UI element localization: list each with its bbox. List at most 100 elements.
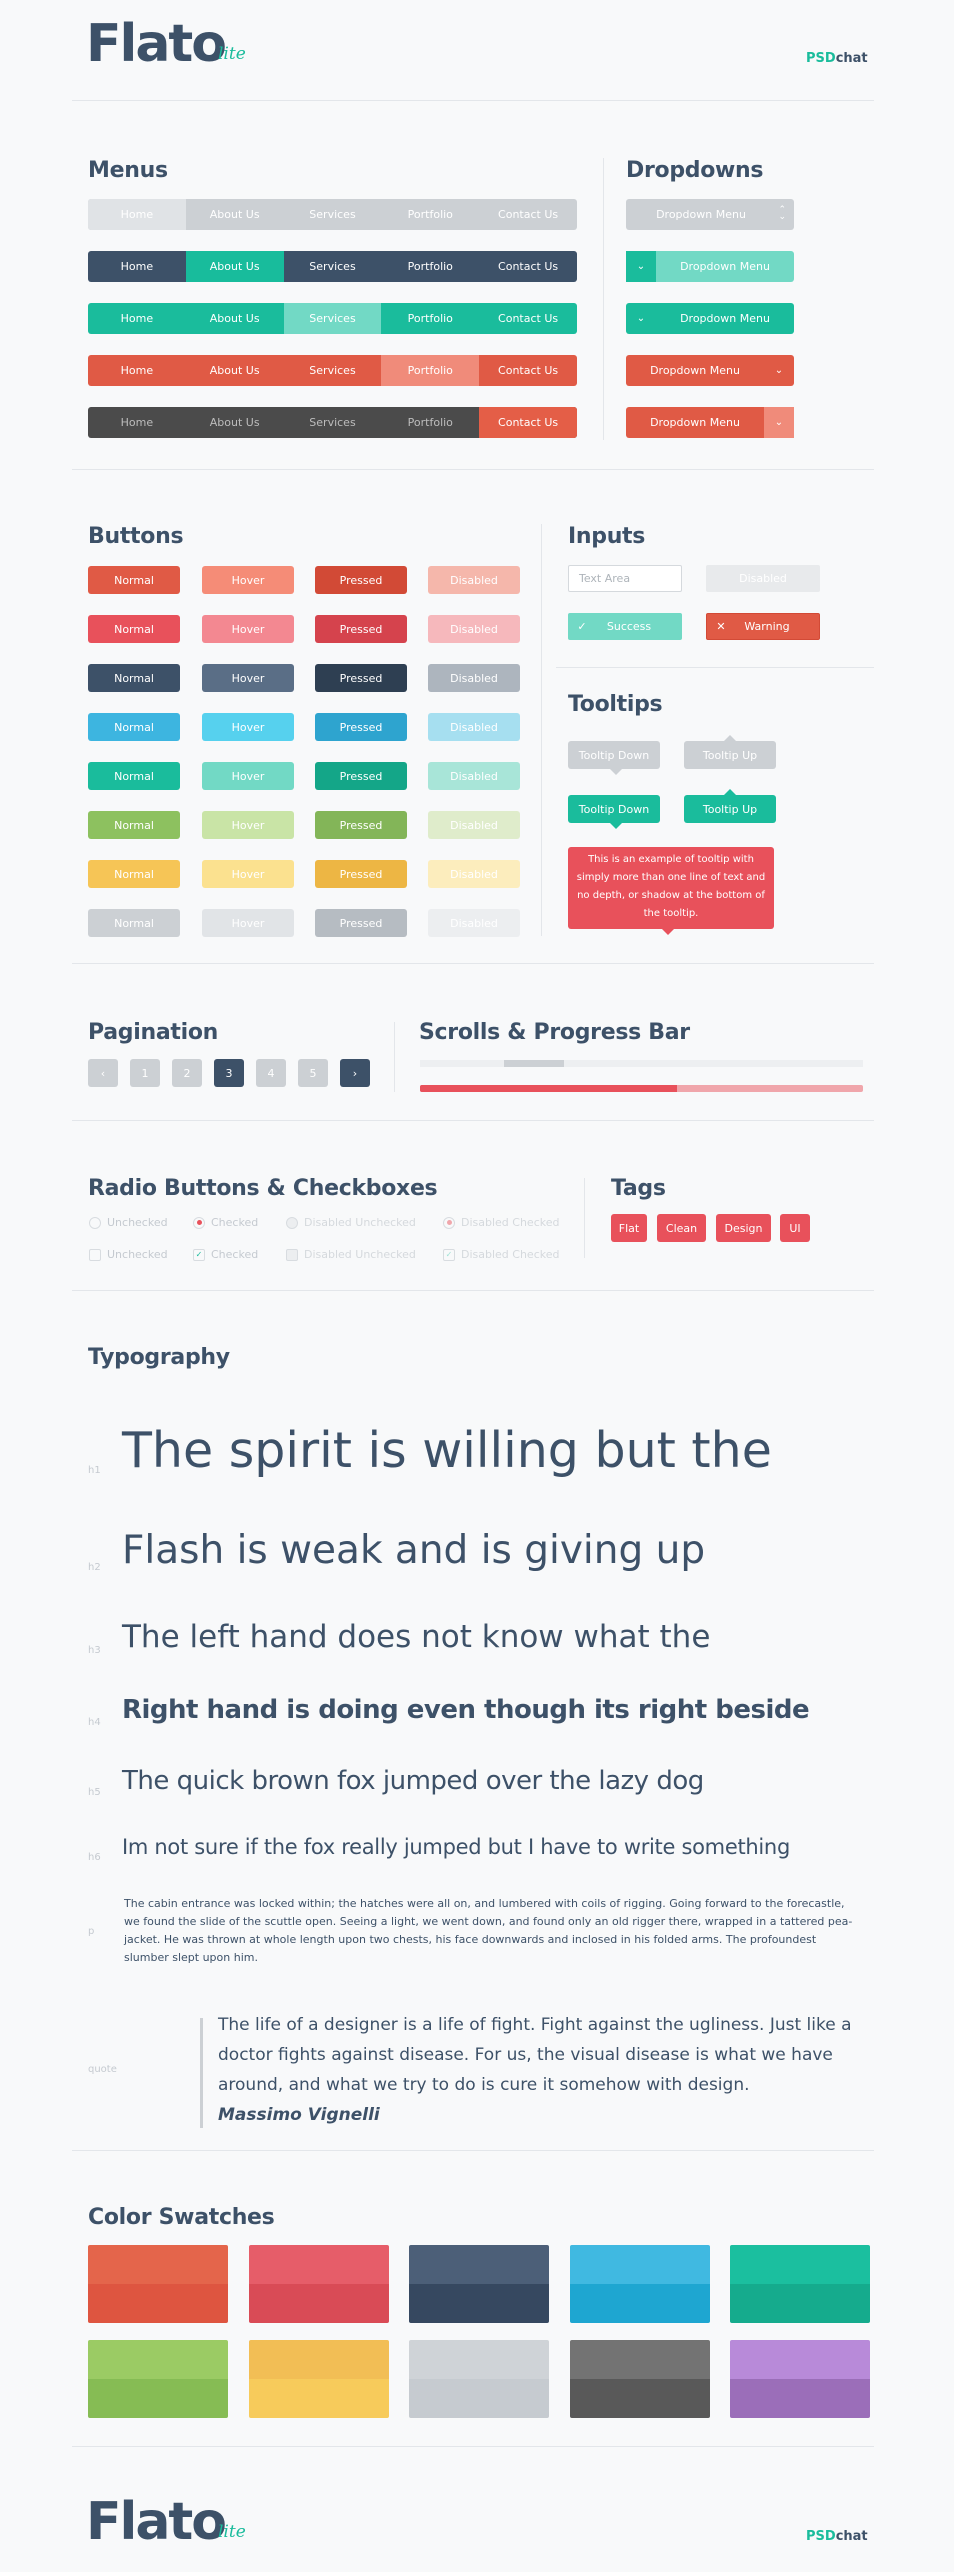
menu-item-home[interactable]: Home — [88, 251, 186, 282]
tooltip-down-grey: Tooltip Down — [568, 741, 660, 769]
dropdown-red-open[interactable]: Dropdown Menu ⌄ — [626, 407, 794, 438]
scroll-track[interactable] — [420, 1060, 863, 1067]
menu-item-about[interactable]: About Us — [186, 199, 284, 230]
menu-item-portfolio[interactable]: Portfolio — [381, 251, 479, 282]
button-pressed-row1[interactable]: Pressed — [315, 566, 407, 594]
h5-label: h5 — [88, 1787, 101, 1798]
page-5[interactable]: 5 — [298, 1059, 328, 1087]
menu-item-services[interactable]: Services — [284, 355, 382, 386]
color-swatch-8 — [409, 2340, 549, 2418]
typography-title: Typography — [88, 1345, 230, 1370]
menu-item-contact[interactable]: Contact Us — [479, 303, 577, 334]
dropdown-teal-open[interactable]: ⌄ Dropdown Menu — [626, 251, 794, 282]
button-pressed-row6[interactable]: Pressed — [315, 811, 407, 839]
paragraph-sample: The cabin entrance was locked within; th… — [124, 1897, 853, 1964]
button-hover-row3[interactable]: Hover — [202, 664, 294, 692]
color-swatch-5 — [730, 2245, 870, 2323]
next-page-button[interactable]: › — [340, 1059, 370, 1087]
button-hover-row7[interactable]: Hover — [202, 860, 294, 888]
button-hover-row4[interactable]: Hover — [202, 713, 294, 741]
button-disabled-row4: Disabled — [428, 713, 520, 741]
menu-item-home[interactable]: Home — [88, 407, 186, 438]
button-hover-row1[interactable]: Hover — [202, 566, 294, 594]
menu-item-about[interactable]: About Us — [185, 251, 284, 282]
page-1[interactable]: 1 — [130, 1059, 160, 1087]
tooltip-long: This is an example of tooltip with simpl… — [568, 847, 774, 929]
button-normal-row6[interactable]: Normal — [88, 811, 180, 839]
button-disabled-row6: Disabled — [428, 811, 520, 839]
pagination-title: Pagination — [88, 1020, 219, 1045]
chevron-down-icon: ⌄ — [774, 365, 784, 376]
button-pressed-row8[interactable]: Pressed — [315, 909, 407, 937]
h2-label: h2 — [88, 1562, 101, 1573]
button-normal-row5[interactable]: Normal — [88, 762, 180, 790]
color-swatch-7 — [248, 2340, 389, 2418]
button-pressed-row7[interactable]: Pressed — [315, 860, 407, 888]
button-pressed-row2[interactable]: Pressed — [315, 615, 407, 643]
menu-item-about[interactable]: About Us — [186, 355, 284, 386]
button-hover-row2[interactable]: Hover — [202, 615, 294, 643]
button-pressed-row5[interactable]: Pressed — [315, 762, 407, 790]
menu-item-portfolio[interactable]: Portfolio — [381, 199, 479, 230]
menu-item-portfolio[interactable]: Portfolio — [381, 407, 479, 438]
menu-item-services[interactable]: Services — [284, 407, 382, 438]
text-area-input[interactable]: Text Area — [568, 565, 682, 592]
button-normal-row3[interactable]: Normal — [88, 664, 180, 692]
page-3-active[interactable]: 3 — [214, 1059, 244, 1087]
menu-item-portfolio[interactable]: Portfolio — [381, 355, 480, 386]
scroll-thumb[interactable] — [504, 1060, 565, 1067]
menu-item-about[interactable]: About Us — [186, 407, 284, 438]
button-normal-row7[interactable]: Normal — [88, 860, 180, 888]
menu-item-services[interactable]: Services — [284, 251, 382, 282]
menu-item-about[interactable]: About Us — [186, 303, 284, 334]
menu-item-home[interactable]: Home — [88, 355, 186, 386]
button-normal-row8[interactable]: Normal — [88, 909, 180, 937]
radio-checked[interactable]: Checked — [193, 1216, 258, 1229]
color-swatch-4 — [569, 2245, 710, 2323]
warning-input[interactable]: ✕ Warning — [706, 613, 820, 640]
dropdown-red[interactable]: Dropdown Menu ⌄ — [626, 355, 794, 386]
menu-item-services[interactable]: Services — [284, 199, 382, 230]
chevron-down-icon: ⌄ — [626, 251, 656, 282]
button-pressed-row4[interactable]: Pressed — [315, 713, 407, 741]
button-normal-row2[interactable]: Normal — [88, 615, 180, 643]
dropdown-grey[interactable]: Dropdown Menu ⌃ ⌄ — [626, 199, 794, 230]
tag-clean[interactable]: Clean — [657, 1214, 706, 1242]
page-2[interactable]: 2 — [172, 1059, 202, 1087]
button-hover-row6[interactable]: Hover — [202, 811, 294, 839]
dropdown-teal[interactable]: ⌄ Dropdown Menu — [626, 303, 794, 334]
dropdowns-title: Dropdowns — [626, 158, 764, 183]
check-icon: ✓ — [443, 1248, 455, 1261]
check-icon: ✓ — [577, 620, 587, 633]
menu-item-contact[interactable]: Contact Us — [479, 407, 577, 438]
color-swatch-2 — [248, 2245, 389, 2323]
checkbox-checked[interactable]: ✓ Checked — [193, 1248, 258, 1261]
checkbox-unchecked[interactable]: Unchecked — [89, 1248, 168, 1261]
tag-flat[interactable]: Flat — [611, 1214, 647, 1242]
prev-page-button[interactable]: ‹ — [88, 1059, 118, 1087]
menu-item-contact[interactable]: Contact Us — [479, 251, 577, 282]
menu-item-services[interactable]: Services — [283, 303, 382, 334]
success-input[interactable]: ✓ Success — [568, 613, 682, 640]
tag-design[interactable]: Design — [716, 1214, 771, 1242]
menu-item-portfolio[interactable]: Portfolio — [381, 303, 479, 334]
button-pressed-row3[interactable]: Pressed — [315, 664, 407, 692]
button-normal-row4[interactable]: Normal — [88, 713, 180, 741]
page-4[interactable]: 4 — [256, 1059, 286, 1087]
button-hover-row5[interactable]: Hover — [202, 762, 294, 790]
button-disabled-row2: Disabled — [428, 615, 520, 643]
radio-disabled-checked: Disabled Checked — [443, 1216, 559, 1229]
footer-psdchat-brand: PSDchat — [806, 2529, 868, 2544]
button-normal-row1[interactable]: Normal — [88, 566, 180, 594]
color-swatch-6 — [88, 2340, 228, 2418]
tag-ui[interactable]: UI — [780, 1214, 810, 1242]
menu-item-home[interactable]: Home — [88, 199, 186, 230]
radio-unchecked[interactable]: Unchecked — [89, 1216, 168, 1229]
menu-bar-navy: Home About Us Services Portfolio Contact Us — [88, 251, 577, 282]
menu-item-home[interactable]: Home — [88, 303, 186, 334]
button-hover-row8[interactable]: Hover — [202, 909, 294, 937]
tags-title: Tags — [611, 1176, 666, 1201]
radio-disabled-unchecked: Disabled Unchecked — [286, 1216, 416, 1229]
menu-item-contact[interactable]: Contact Us — [479, 199, 577, 230]
menu-item-contact[interactable]: Contact Us — [479, 355, 577, 386]
